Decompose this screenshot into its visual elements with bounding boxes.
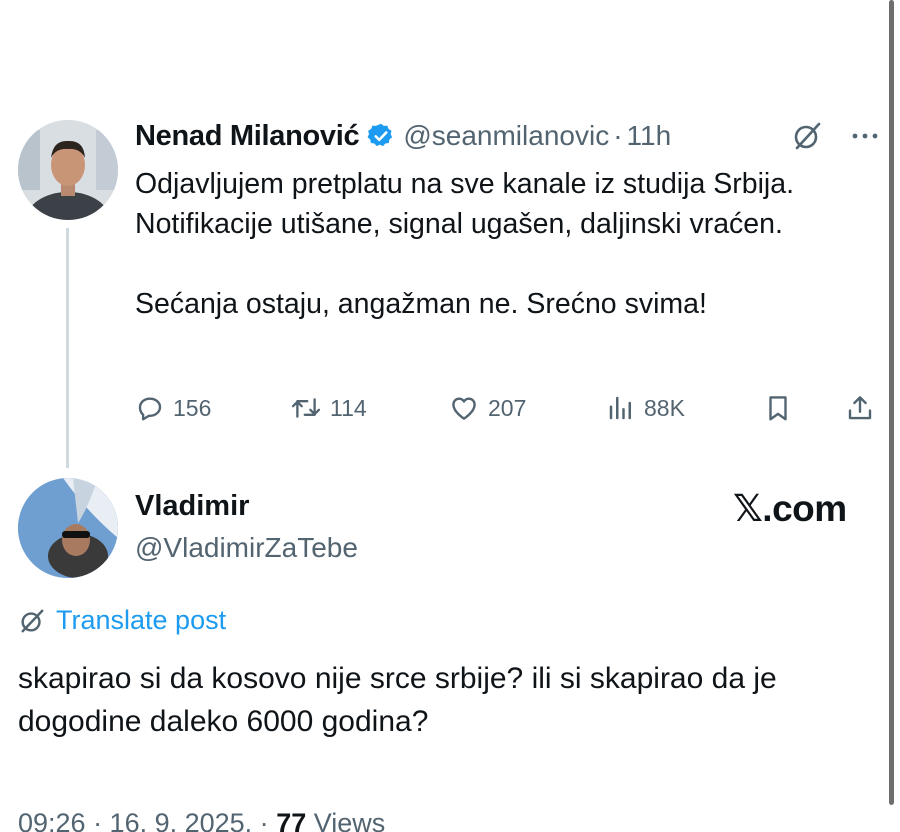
reply-post-text: skapirao si da kosovo nije srce srbije? … [18,662,777,738]
translate-label[interactable]: Translate post [56,605,226,636]
avatar-reply[interactable] [18,478,118,578]
bookmark-icon [769,396,787,421]
views-count: 88K [644,394,685,421]
avatar-photo [18,478,118,578]
author-name[interactable]: Nenad Milanović [135,120,360,153]
author-handle[interactable]: @seanmilanovic [403,120,609,152]
like-icon [452,397,476,420]
reply-author-handle[interactable]: @VladimirZaTebe [135,532,358,564]
translate-icon [21,609,44,632]
bookmark-button[interactable] [763,393,793,423]
post-paragraph: Sećanja ostaju, angažman ne. Srećno svim… [135,288,707,320]
avatar-photo [18,120,118,220]
views-button[interactable]: 88K [606,393,685,423]
share-button[interactable] [845,393,875,423]
grok-icon[interactable] [792,121,822,151]
parent-header: Nenad Milanović @seanmilanovic · 11h [135,116,880,156]
parent-post-text: Odjavljujem pretplatu na sve kanale iz s… [135,164,855,324]
x-watermark: 𝕏.com [733,488,847,529]
post-time[interactable]: 11h [627,120,672,152]
scrollbar[interactable] [889,0,894,805]
separator-dot: · [613,120,623,151]
post-paragraph: Odjavljujem pretplatu na sve kanale iz s… [135,168,795,240]
repost-icon [291,398,321,418]
repost-button[interactable]: 114 [290,393,367,423]
reply-button[interactable]: 156 [135,393,211,423]
post-metadata: 09:26 · 16. 9. 2025. · 77 Views [18,808,385,832]
reply-author-name[interactable]: Vladimir [135,490,249,523]
views-label: Views [313,808,386,832]
views-count: 77 [276,808,307,832]
share-icon [848,396,872,420]
views-icon [609,396,631,420]
avatar-parent[interactable] [18,120,118,220]
post-timestamp[interactable]: 09:26 · 16. 9. 2025. · [18,808,269,832]
action-bar: 156 114 207 88K [135,388,880,428]
repost-count: 114 [330,394,367,421]
verified-badge-icon [367,122,395,150]
like-button[interactable]: 207 [448,393,526,423]
more-icon[interactable] [850,121,880,151]
translate-post-link[interactable]: Translate post [18,605,226,636]
thread-line [66,228,69,468]
like-count: 207 [488,394,527,421]
reply-icon [138,397,162,421]
reply-count: 156 [173,394,212,421]
